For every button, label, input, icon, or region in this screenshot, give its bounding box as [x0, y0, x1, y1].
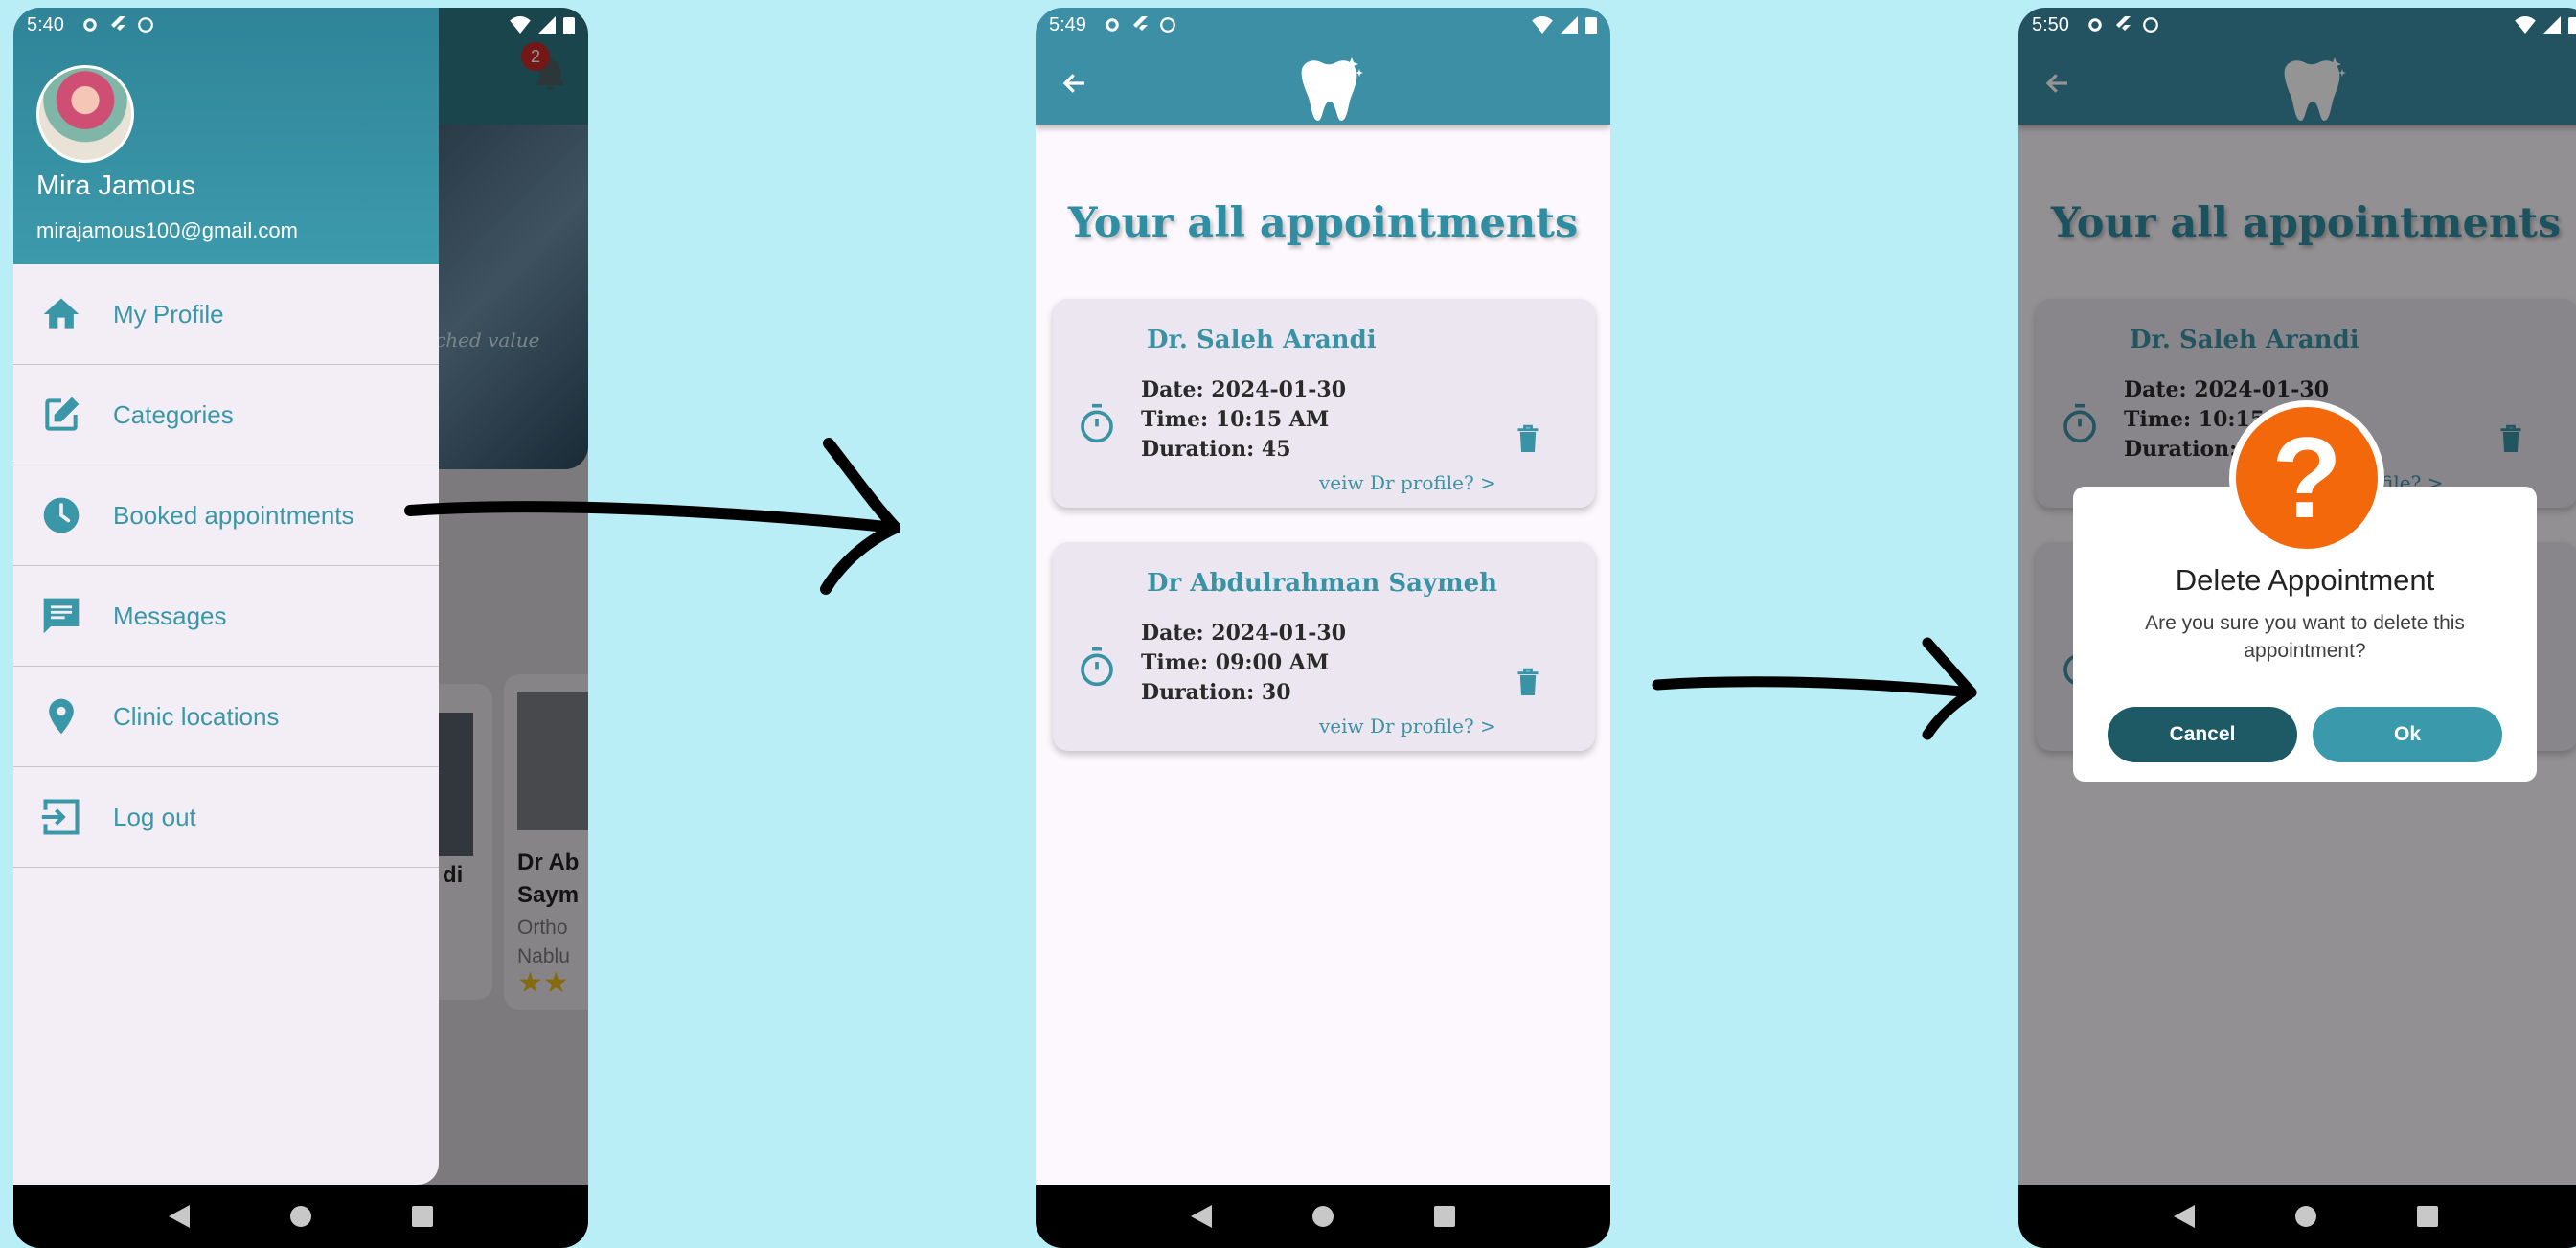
- wifi-icon: [510, 16, 531, 34]
- timer-icon: [1078, 646, 1116, 692]
- question-mark-icon: ?: [2229, 400, 2384, 556]
- status-right-icons: [2515, 15, 2576, 34]
- tooth-logo-icon: [1292, 56, 1365, 129]
- logout-icon: [38, 794, 84, 840]
- appointment-time: Time: 09:00 AM: [1141, 650, 1330, 675]
- status-icons: [81, 16, 154, 34]
- sync-icon: [2143, 17, 2158, 33]
- back-arrow-icon[interactable]: [1060, 69, 1089, 102]
- status-time: 5:40: [27, 13, 64, 35]
- status-bar: 5:50: [2018, 8, 2576, 42]
- flutter-icon: [1132, 16, 1148, 31]
- view-doctor-profile-link[interactable]: veiw Dr profile? >: [1319, 715, 1496, 737]
- appointment-time: Time: 10:15 AM: [1141, 407, 1330, 432]
- drawer-item-label: Clinic locations: [113, 701, 280, 731]
- timer-icon: [1078, 402, 1116, 449]
- settings-icon: [1106, 18, 1119, 32]
- view-doctor-profile-link[interactable]: veiw Dr profile? >: [1319, 471, 1496, 494]
- home-nav-icon[interactable]: [2294, 1205, 2317, 1228]
- drawer-item-my-profile[interactable]: My Profile: [13, 264, 439, 365]
- delete-trash-icon[interactable]: [1515, 423, 1541, 459]
- sync-icon: [1160, 17, 1175, 33]
- system-nav-bar: [13, 1185, 588, 1248]
- location-pin-icon: [38, 693, 84, 739]
- appointment-card: Dr. Saleh Arandi Date: 2024-01-30 Time: …: [1053, 299, 1595, 508]
- signal-icon: [538, 16, 556, 34]
- dialog-title: Delete Appointment: [2175, 563, 2435, 597]
- wifi-icon: [1532, 16, 1553, 34]
- drawer-item-clinic-locations[interactable]: Clinic locations: [13, 667, 439, 767]
- status-bar: 5:40: [13, 8, 588, 42]
- user-email: mirajamous100@gmail.com: [36, 218, 298, 242]
- drawer-item-messages[interactable]: Messages: [13, 566, 439, 667]
- signal-icon: [1561, 16, 1578, 34]
- battery-icon: [1585, 17, 1597, 34]
- back-nav-icon[interactable]: [2174, 1205, 2195, 1228]
- back-nav-icon[interactable]: [1191, 1205, 1212, 1228]
- delete-trash-icon[interactable]: [1515, 667, 1541, 702]
- doctor-name: Dr Abdulrahman Saymeh: [1147, 569, 1498, 598]
- doctor-name: Dr. Saleh Arandi: [1147, 326, 1377, 354]
- back-nav-icon[interactable]: [169, 1205, 190, 1228]
- flutter-icon: [2115, 16, 2131, 31]
- question-glyph: ?: [2236, 407, 2378, 549]
- recents-nav-icon[interactable]: [1434, 1206, 1455, 1227]
- phone-screen-delete-dialog: Your all appointments Dr. Saleh Arandi D…: [2018, 8, 2576, 1248]
- system-nav-bar: [1036, 1185, 1610, 1248]
- status-time: 5:49: [1049, 13, 1086, 35]
- drawer-item-label: Booked appointments: [113, 500, 354, 530]
- user-name: Mira Jamous: [36, 170, 195, 201]
- appointment-card: Dr Abdulrahman Saymeh Date: 2024-01-30 T…: [1053, 542, 1595, 751]
- battery-icon: [2568, 17, 2576, 34]
- drawer-item-label: Messages: [113, 601, 227, 630]
- ok-button[interactable]: Ok: [2313, 707, 2502, 762]
- sync-icon: [138, 17, 153, 33]
- cancel-button[interactable]: Cancel: [2108, 707, 2297, 762]
- settings-icon: [83, 18, 97, 32]
- drawer-item-label: Log out: [113, 802, 196, 831]
- settings-icon: [2088, 18, 2102, 32]
- drawer-item-label: My Profile: [113, 299, 224, 329]
- drawer-item-booked-appointments[interactable]: Booked appointments: [13, 465, 439, 566]
- flow-arrow-icon: [1652, 637, 1977, 740]
- appointment-duration: Duration: 30: [1141, 680, 1291, 705]
- message-icon: [38, 593, 84, 639]
- navigation-drawer: Mira Jamous mirajamous100@gmail.com My P…: [13, 8, 439, 1185]
- clock-icon: [38, 492, 84, 538]
- wifi-icon: [2515, 16, 2536, 34]
- dialog-message: Are you sure you want to delete this app…: [2145, 612, 2465, 662]
- avatar[interactable]: [36, 65, 134, 163]
- status-icons: [1104, 16, 1176, 34]
- recents-nav-icon[interactable]: [412, 1206, 433, 1227]
- system-nav-bar: [2018, 1185, 2576, 1248]
- status-time: 5:50: [2032, 13, 2069, 35]
- battery-icon: [563, 17, 575, 34]
- drawer-header: Mira Jamous mirajamous100@gmail.com: [13, 8, 439, 264]
- signal-icon: [2543, 16, 2561, 34]
- status-right-icons: [510, 15, 575, 34]
- status-icons: [2086, 16, 2159, 34]
- drawer-item-categories[interactable]: Categories: [13, 365, 439, 465]
- flutter-icon: [110, 16, 125, 31]
- drawer-item-log-out[interactable]: Log out: [13, 767, 439, 868]
- flow-arrow-icon: [404, 438, 900, 595]
- appointment-duration: Duration: 45: [1141, 437, 1291, 462]
- phone-screen-drawer: ched value 2 di Dr Ab Saym Ortho Nablu ★★ …: [13, 8, 588, 1248]
- page-title: Your all appointments: [1067, 199, 1579, 247]
- home-nav-icon[interactable]: [289, 1205, 312, 1228]
- edit-icon: [38, 392, 84, 438]
- home-nav-icon[interactable]: [1311, 1205, 1334, 1228]
- recents-nav-icon[interactable]: [2417, 1206, 2438, 1227]
- phone-screen-appointments: 5:49 Your all appointments Dr. Saleh Ara…: [1036, 8, 1610, 1248]
- home-icon: [38, 291, 84, 337]
- appointment-date: Date: 2024-01-30: [1141, 377, 1346, 402]
- drawer-item-label: Categories: [113, 399, 234, 429]
- status-bar: 5:49: [1036, 8, 1610, 42]
- appointment-date: Date: 2024-01-30: [1141, 621, 1346, 646]
- status-right-icons: [1532, 15, 1597, 34]
